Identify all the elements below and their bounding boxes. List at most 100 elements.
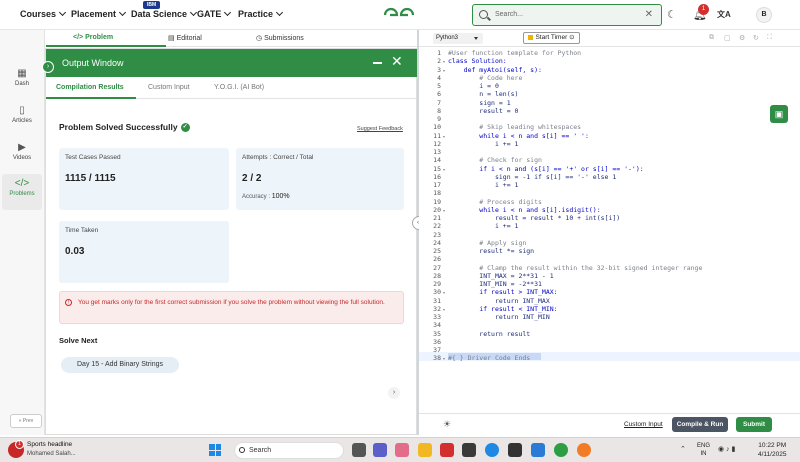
rail-item-videos[interactable]: ▶ Videos (2, 142, 42, 161)
check-circle-icon: ✓ (180, 123, 190, 133)
code-line: # Clamp the result within the 32-bit sig… (448, 263, 703, 272)
expand-icon[interactable]: ▢ (724, 34, 731, 42)
line-number: 4 (437, 73, 441, 82)
tab-custom-input[interactable]: Custom Input (148, 84, 190, 91)
line-number: 16 (433, 172, 441, 181)
info-icon: ! (65, 299, 72, 306)
code-line: #User function template for Python (448, 49, 582, 57)
minimize-icon[interactable] (373, 62, 382, 64)
tab-yogi-ai-bot[interactable]: Y.O.G.I. (AI Bot) (214, 84, 264, 91)
fold-arrow-icon[interactable]: ▾ (443, 290, 445, 295)
compile-run-button[interactable]: Compile & Run (672, 417, 728, 432)
prev-button[interactable]: « Prev (10, 414, 42, 428)
line-number: 15 (433, 164, 441, 173)
avatar[interactable]: B (756, 7, 772, 23)
line-number: 18 (433, 189, 441, 198)
start-timer-button[interactable]: Start Timer ⊙ (523, 32, 580, 44)
fold-arrow-icon[interactable]: ▾ (443, 307, 445, 312)
rail-item-articles[interactable]: ▯ Articles (2, 105, 42, 124)
line-number: 37 (433, 346, 441, 354)
code-line: while i < n and s[i] == ' ': (448, 131, 589, 140)
chevron-right-icon[interactable]: › (388, 387, 400, 399)
fold-arrow-icon[interactable]: ▾ (443, 134, 445, 139)
mcafee-icon[interactable] (440, 443, 454, 457)
news-title[interactable]: Sports headline (27, 441, 72, 448)
copilot-icon[interactable] (395, 443, 409, 457)
chevron-up-icon[interactable]: ⌃ (680, 445, 686, 453)
book-icon: ▯ (19, 105, 25, 116)
code-line: sign = -1 if s[i] == '-' else 1 (448, 172, 617, 181)
custom-input-link[interactable]: Custom Input (624, 421, 663, 428)
clock[interactable]: 10:22 PM 4/11/2025 (758, 441, 786, 459)
output-window: › Output Window ✕ Compilation Results Cu… (42, 48, 418, 435)
news-badge: 1 (15, 440, 24, 449)
gfg-logo[interactable] (382, 6, 416, 24)
nav-practice[interactable]: Practice (238, 8, 284, 19)
wifi-volume-battery-icons[interactable]: ◉ ♪ ▮ (718, 445, 735, 453)
rail-item-dash[interactable]: ▦ Dash (2, 68, 42, 87)
terminal-icon[interactable] (508, 443, 522, 457)
windows-start-icon[interactable] (209, 444, 221, 456)
line-number: 6 (437, 90, 441, 99)
language-indicator[interactable]: ENG IN (697, 442, 710, 458)
nav-data-science[interactable]: Data Science (131, 8, 198, 19)
code-line: INT_MAX = 2**31 - 1 (448, 271, 554, 280)
chevron-right-icon[interactable]: › (42, 61, 54, 73)
line-number: 17 (433, 181, 441, 189)
tab-submissions[interactable]: ◷ Submissions (256, 34, 304, 42)
code-line: if i < n and (s[i] == '+' or s[i] == '-'… (448, 164, 644, 173)
line-number: 32 (433, 304, 441, 313)
clear-icon[interactable]: ✕ (645, 9, 653, 20)
fold-arrow-icon[interactable]: ▾ (443, 59, 445, 64)
submit-button[interactable]: Submit (736, 417, 772, 432)
line-number: 11 (433, 131, 441, 140)
editor-footer: ☀ Custom Input Compile & Run Submit (419, 413, 800, 435)
rail-item-problems[interactable]: </> Problems (2, 174, 42, 210)
windows-taskbar: 1 Sports headline Mohamed Salah... Searc… (0, 437, 800, 462)
next-problem-chip[interactable]: Day 15 - Add Binary Strings (61, 357, 179, 373)
nav-gate[interactable]: GATE (197, 8, 232, 19)
vscode-icon[interactable] (531, 443, 545, 457)
pen-icon[interactable] (577, 443, 591, 457)
code-line: i += 1 (448, 181, 519, 189)
search-input[interactable]: Search... ✕ (472, 4, 662, 26)
lightbulb-icon[interactable]: ☀ (443, 419, 451, 430)
line-number: 35 (433, 329, 441, 338)
code-editor[interactable]: 1 #User function template for Python 2 ▾ cla… (419, 47, 800, 367)
tab-compilation-results[interactable]: Compilation Results (56, 84, 124, 91)
translate-icon[interactable]: 文A (717, 9, 731, 20)
language-select[interactable]: Python3 (433, 33, 483, 44)
nav-placement[interactable]: Placement (71, 8, 127, 19)
suggest-feedback-link[interactable]: Suggest Feedback (357, 126, 403, 132)
edge-icon[interactable] (485, 443, 499, 457)
file-explorer-icon[interactable] (418, 443, 432, 457)
dark-mode-icon[interactable]: ☾ (667, 8, 677, 21)
fold-arrow-icon[interactable]: ▾ (443, 208, 445, 213)
tab-editorial[interactable]: ▤ Editorial (168, 34, 202, 42)
fold-arrow-icon[interactable]: ▾ (443, 167, 445, 172)
settings-icon[interactable]: ⚙ (739, 34, 745, 42)
teams-icon[interactable] (373, 443, 387, 457)
reset-icon[interactable]: ↻ (753, 34, 759, 42)
line-number: 3 (437, 65, 441, 74)
copy-icon[interactable]: ⧉ (709, 34, 714, 42)
solve-next-heading: Solve Next (59, 336, 98, 345)
fold-arrow-icon[interactable]: ▾ (443, 356, 445, 361)
tab-problem[interactable]: </> Problem (73, 34, 113, 41)
status-heading: Problem Solved Successfully ✓ (59, 122, 190, 133)
chat-icon[interactable]: ▣ (770, 105, 788, 123)
code-line: # Code here (448, 73, 523, 82)
line-number: 38 (433, 354, 441, 363)
code-icon: </> (14, 178, 30, 189)
fold-arrow-icon[interactable]: ▾ (443, 68, 445, 73)
taskbar-search[interactable]: Search (234, 442, 344, 459)
nav-courses[interactable]: Courses (20, 8, 67, 19)
chrome-icon[interactable] (554, 443, 568, 457)
code-line: # Process digits (448, 197, 542, 206)
task-view-icon[interactable] (352, 443, 366, 457)
line-number: 2 (437, 57, 441, 66)
close-icon[interactable]: ✕ (391, 53, 403, 70)
left-rail: ▦ Dash ▯ Articles ▶ Videos </> Problems (0, 30, 45, 435)
store-icon[interactable] (462, 443, 476, 457)
fullscreen-icon[interactable]: ⛶ (767, 34, 772, 42)
